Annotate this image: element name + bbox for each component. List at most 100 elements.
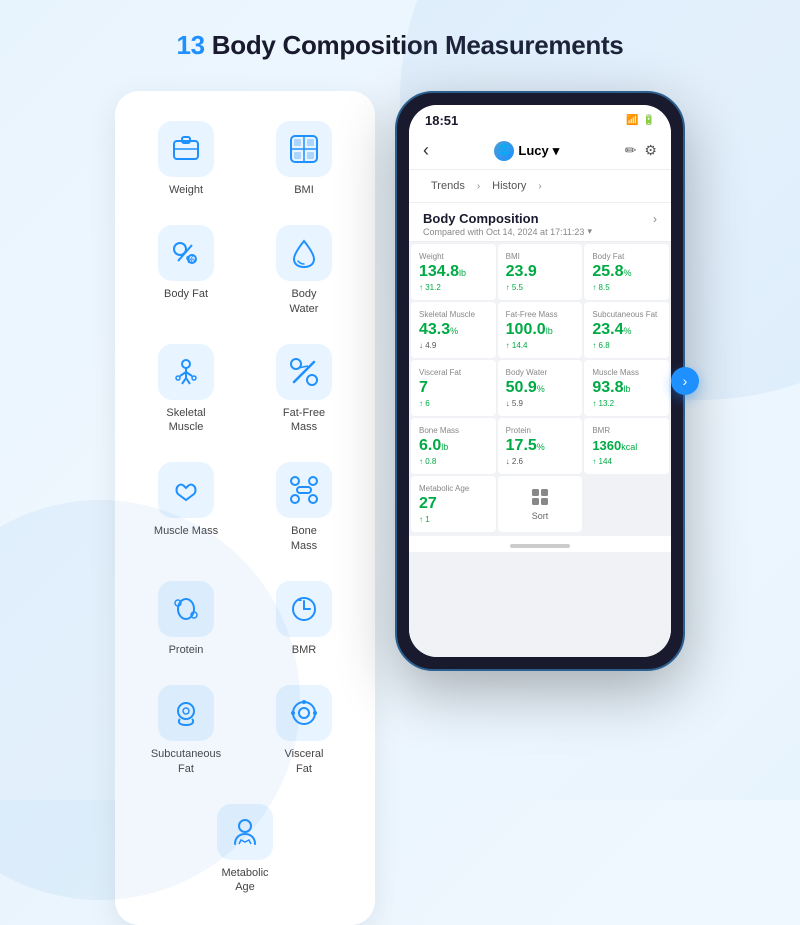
skeletal-muscle-label: SkeletalMuscle [166,406,205,435]
metric-bone-mass[interactable]: Bone Mass 6.0lb ↑ 0.8 [411,418,496,474]
metric-protein[interactable]: Protein 17.5% ↓ 2.6 [498,418,583,474]
metric-body-water-label: Body Water [506,368,575,377]
metric-metabolic-age[interactable]: Metabolic Age 27 ↑ 1 [411,476,496,532]
metric-muscle-mass[interactable]: Muscle Mass 93.8lb ↑ 13.2 [584,360,669,416]
skeletal-muscle-icon [158,344,214,400]
icon-item-body-water: BodyWater [249,215,359,326]
icon-item-body-fat: % Body Fat [131,215,241,326]
bone-mass-label: BoneMass [291,524,317,553]
metric-body-water-change: ↓ 5.9 [506,399,575,408]
metric-subcutaneous-fat-value: 23.4% [592,321,661,339]
nav-action-icons: ✏ ⚙ [625,142,657,159]
bone-mass-icon [276,462,332,518]
icon-item-skeletal-muscle: SkeletalMuscle [131,334,241,445]
metric-visceral-fat-label: Visceral Fat [419,368,488,377]
metric-weight-value: 134.8lb [419,263,488,281]
metric-metabolic-age-value: 27 [419,495,488,513]
metric-body-fat-change: ↑ 8.5 [592,283,661,292]
metric-fat-free-mass[interactable]: Fat-Free Mass 100.0lb ↑ 14.4 [498,302,583,358]
section-header: Body Composition › Compared with Oct 14,… [409,203,671,242]
body-fat-label: Body Fat [164,287,208,301]
dropdown-icon: ▾ [587,226,592,237]
muscle-mass-icon [158,462,214,518]
fat-free-mass-label: Fat-FreeMass [283,406,325,435]
metric-fat-free-mass-change: ↑ 14.4 [506,341,575,350]
user-name: Lucy [518,143,548,158]
battery-icon: 🔋 [643,115,655,126]
metric-subcutaneous-fat[interactable]: Subcutaneous Fat 23.4% ↑ 6.8 [584,302,669,358]
metric-protein-change: ↓ 2.6 [506,457,575,466]
metric-bmi-value: 23.9 [506,263,575,281]
user-dropdown-arrow: ▾ [553,143,560,159]
tab-bar: Trends › History › [409,170,671,203]
metric-bmi-label: BMI [506,252,575,261]
body-fat-icon: % [158,225,214,281]
body-water-icon [276,225,332,281]
weight-label: Weight [169,183,203,197]
metric-bone-mass-change: ↑ 0.8 [419,457,488,466]
metric-metabolic-age-change: ↑ 1 [419,515,488,524]
metrics-scroll[interactable]: Weight 134.8lb ↑ 31.2 BMI 23.9 ↑ 5.5 Bod… [409,242,671,657]
metric-bone-mass-value: 6.0lb [419,437,488,455]
metric-fat-free-mass-value: 100.0lb [506,321,575,339]
metric-skeletal-muscle[interactable]: Skeletal Muscle 43.3% ↓ 4.9 [411,302,496,358]
metric-skeletal-muscle-change: ↓ 4.9 [419,341,488,350]
status-icons: 📶 🔋 [626,115,655,126]
icon-item-weight: Weight [131,111,241,207]
tab-arrow-2: › [538,181,541,192]
metric-body-fat[interactable]: Body Fat 25.8% ↑ 8.5 [584,244,669,300]
metric-weight[interactable]: Weight 134.8lb ↑ 31.2 [411,244,496,300]
weight-icon [158,121,214,177]
metric-body-water-value: 50.9% [506,379,575,397]
metric-skeletal-muscle-value: 43.3% [419,321,488,339]
metric-weight-label: Weight [419,252,488,261]
metric-body-fat-label: Body Fat [592,252,661,261]
sort-label: Sort [532,511,549,521]
metric-bmi[interactable]: BMI 23.9 ↑ 5.5 [498,244,583,300]
metric-subcutaneous-fat-change: ↑ 6.8 [592,341,661,350]
icon-item-bmi: BMI [249,111,359,207]
section-arrow[interactable]: › [653,212,657,226]
tab-trends[interactable]: Trends [423,176,473,196]
icon-item-fat-free-mass: Fat-FreeMass [249,334,359,445]
fat-free-mass-icon [276,344,332,400]
nav-bar: ‹ 🌐 Lucy ▾ ✏ ⚙ [409,132,671,170]
metric-bmr[interactable]: BMR 1360kcal ↑ 144 [584,418,669,474]
metric-protein-label: Protein [506,426,575,435]
metrics-grid: Weight 134.8lb ↑ 31.2 BMI 23.9 ↑ 5.5 Bod… [409,242,671,476]
metric-fat-free-mass-label: Fat-Free Mass [506,310,575,319]
back-button[interactable]: ‹ [423,140,429,161]
edit-icon[interactable]: ✏ [625,142,637,159]
status-bar: 18:51 📶 🔋 [409,105,671,132]
metric-bmr-change: ↑ 144 [592,457,661,466]
metric-weight-change: ↑ 31.2 [419,283,488,292]
metric-muscle-mass-value: 93.8lb [592,379,661,397]
metrics-bottom-row: Metabolic Age 27 ↑ 1 [409,476,671,534]
metric-muscle-mass-change: ↑ 13.2 [592,399,661,408]
metric-bmr-value: 1360kcal [592,437,661,455]
icon-item-bone-mass: BoneMass [249,452,359,563]
next-arrow-button[interactable]: › [671,367,699,395]
metric-visceral-fat[interactable]: Visceral Fat 7 ↑ 6 [411,360,496,416]
tab-history[interactable]: History [484,176,534,196]
metric-skeletal-muscle-label: Skeletal Muscle [419,310,488,319]
section-title: Body Composition [423,211,539,226]
bmi-icon [276,121,332,177]
metric-visceral-fat-change: ↑ 6 [419,399,488,408]
body-water-label: BodyWater [290,287,319,316]
metric-bmi-change: ↑ 5.5 [506,283,575,292]
metric-bmr-label: BMR [592,426,661,435]
sort-button[interactable]: Sort [498,476,583,532]
tab-arrow-1: › [477,181,480,192]
settings-icon[interactable]: ⚙ [644,142,657,159]
metric-subcutaneous-fat-label: Subcutaneous Fat [592,310,661,319]
metric-visceral-fat-value: 7 [419,379,488,397]
metric-muscle-mass-label: Muscle Mass [592,368,661,377]
bmr-label: BMR [292,643,316,657]
section-subtitle: Compared with Oct 14, 2024 at 17:11:23 ▾ [423,226,657,237]
status-time: 18:51 [425,113,458,128]
metric-metabolic-age-label: Metabolic Age [419,484,488,493]
phone-screen: 18:51 📶 🔋 ‹ 🌐 Lucy ▾ [409,105,671,657]
metric-body-water[interactable]: Body Water 50.9% ↓ 5.9 [498,360,583,416]
user-info[interactable]: 🌐 Lucy ▾ [494,141,559,161]
